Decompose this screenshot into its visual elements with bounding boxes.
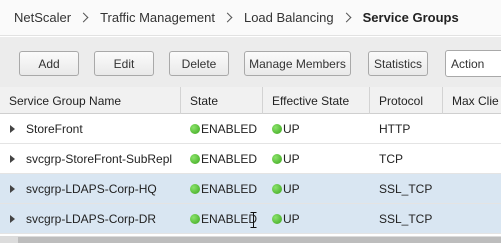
service-group-name: svcgrp-LDAPS-Corp-DR	[26, 212, 157, 226]
breadcrumb: NetScaler Traffic Management Load Balanc…	[0, 0, 501, 36]
state-cell: ENABLED	[190, 144, 263, 174]
status-green-dot-icon	[272, 184, 282, 194]
statistics-button[interactable]: Statistics	[368, 51, 428, 76]
service-group-name: svcgrp-LDAPS-Corp-HQ	[26, 182, 157, 196]
effective-state-cell: UP	[272, 174, 370, 204]
edit-button[interactable]: Edit	[94, 51, 154, 76]
manage-members-button[interactable]: Manage Members	[244, 51, 351, 76]
effective-state-label: UP	[283, 152, 300, 166]
protocol-cell: HTTP	[379, 122, 411, 136]
state-label: ENABLED	[201, 152, 258, 166]
table-row[interactable]: svcgrp-LDAPS-Corp-HQ ENABLED UP SSL_TCP	[0, 174, 501, 204]
status-green-dot-icon	[272, 214, 282, 224]
effective-state-label: UP	[283, 182, 300, 196]
state-cell: ENABLED	[190, 114, 263, 144]
effective-state-cell: UP	[272, 144, 370, 174]
table-header: Service Group Name State Effective State…	[0, 87, 501, 114]
protocol-cell: SSL_TCP	[379, 212, 433, 226]
scrollbar-thumb[interactable]	[18, 237, 501, 243]
expand-triangle-icon[interactable]	[10, 185, 15, 193]
delete-button[interactable]: Delete	[169, 51, 229, 76]
protocol-cell: TCP	[379, 152, 403, 166]
add-button[interactable]: Add	[19, 51, 79, 76]
status-green-dot-icon	[190, 214, 200, 224]
breadcrumb-item-load-balancing[interactable]: Load Balancing	[244, 10, 334, 25]
column-header-protocol[interactable]: Protocol	[370, 87, 443, 114]
text-cursor-icon	[250, 212, 257, 228]
table-row[interactable]: svcgrp-StoreFront-SubRepl ENABLED UP TCP	[0, 144, 501, 174]
horizontal-scrollbar[interactable]	[0, 236, 501, 243]
toolbar: Add Edit Delete Manage Members Statistic…	[0, 37, 501, 87]
service-group-name: svcgrp-StoreFront-SubRepl	[26, 152, 173, 166]
table-row[interactable]: StoreFront ENABLED UP HTTP	[0, 114, 501, 144]
service-group-name: StoreFront	[26, 122, 83, 136]
effective-state-cell: UP	[272, 204, 370, 234]
column-header-max-clients[interactable]: Max Clie	[443, 87, 501, 114]
effective-state-label: UP	[283, 122, 300, 136]
column-header-state[interactable]: State	[181, 87, 263, 114]
state-label: ENABLED	[201, 122, 258, 136]
effective-state-cell: UP	[272, 114, 370, 144]
state-label: ENABLED	[201, 182, 258, 196]
state-label: ENABLED	[201, 212, 258, 226]
column-header-service-group-name[interactable]: Service Group Name	[0, 87, 181, 114]
status-green-dot-icon	[272, 154, 282, 164]
status-green-dot-icon	[190, 154, 200, 164]
state-cell: ENABLED	[190, 174, 263, 204]
breadcrumb-item-netscaler[interactable]: NetScaler	[14, 10, 71, 25]
column-header-effective-state[interactable]: Effective State	[263, 87, 370, 114]
protocol-cell: SSL_TCP	[379, 182, 433, 196]
breadcrumb-item-traffic-management[interactable]: Traffic Management	[100, 10, 215, 25]
chevron-right-icon	[222, 12, 233, 23]
expand-triangle-icon[interactable]	[10, 125, 15, 133]
expand-triangle-icon[interactable]	[10, 155, 15, 163]
action-dropdown[interactable]: Action	[445, 50, 501, 77]
expand-triangle-icon[interactable]	[10, 215, 15, 223]
chevron-right-icon	[341, 12, 352, 23]
effective-state-label: UP	[283, 212, 300, 226]
page-title: Service Groups	[362, 10, 459, 25]
status-green-dot-icon	[190, 184, 200, 194]
status-green-dot-icon	[272, 124, 282, 134]
chevron-right-icon	[78, 12, 89, 23]
status-green-dot-icon	[190, 124, 200, 134]
